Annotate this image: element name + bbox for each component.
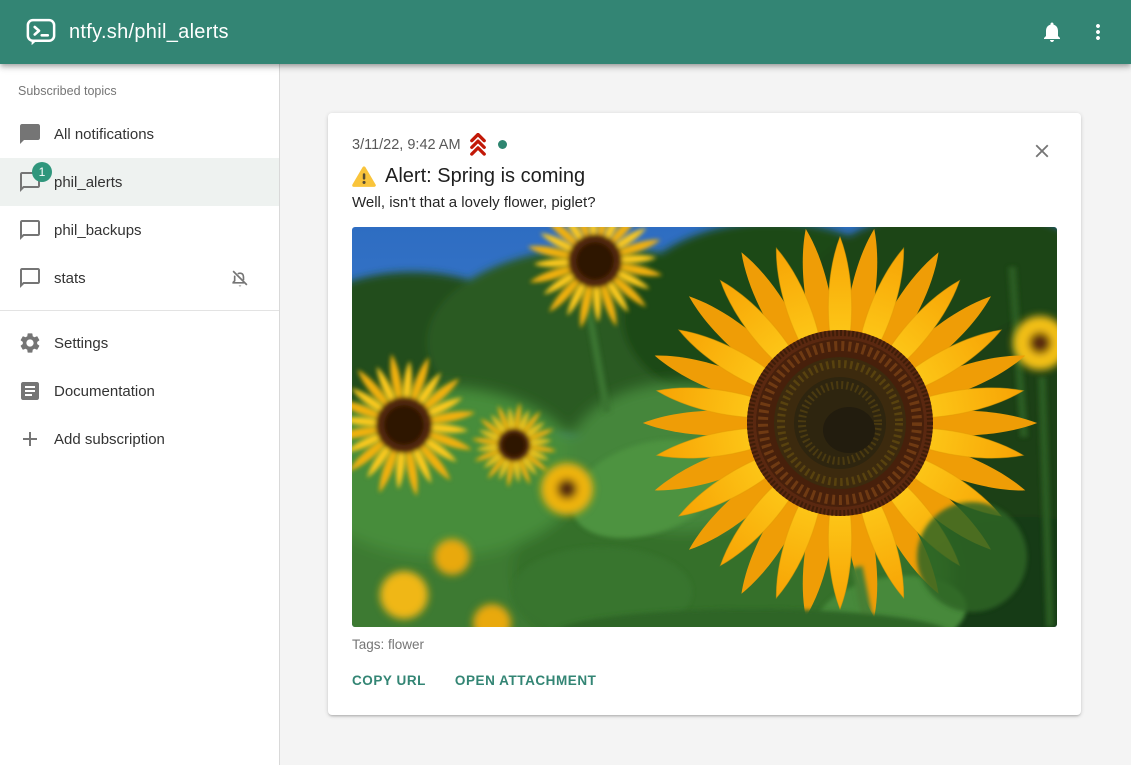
unread-count-badge: 1 [32, 162, 52, 182]
gear-icon [18, 331, 42, 355]
sidebar-item-settings[interactable]: Settings [0, 319, 279, 367]
chat-bubble-outline-icon [18, 266, 42, 290]
notification-tags: Tags: flower [352, 637, 1057, 652]
notification-timestamp: 3/11/22, 9:42 AM [352, 137, 461, 153]
bell-icon [1040, 20, 1064, 44]
sidebar-divider [0, 310, 279, 311]
article-icon [18, 379, 42, 403]
open-attachment-button[interactable]: OPEN ATTACHMENT [455, 664, 597, 697]
subscribed-topics-label: Subscribed topics [0, 80, 279, 110]
notification-meta: 3/11/22, 9:42 AM [352, 133, 1057, 156]
sidebar-item-stats[interactable]: stats [0, 254, 279, 302]
notification-body: Well, isn't that a lovely flower, piglet… [352, 194, 1057, 211]
chat-bubble-outline-icon: 1 [18, 170, 42, 194]
close-notification-button[interactable] [1027, 137, 1057, 167]
app-title: ntfy.sh/phil_alerts [69, 21, 1029, 44]
attachment-image[interactable] [352, 227, 1057, 627]
main-content: 3/11/22, 9:42 AM [280, 64, 1131, 765]
sidebar-item-phil-backups[interactable]: phil_backups [0, 206, 279, 254]
sidebar-item-label: All notifications [54, 126, 249, 143]
bell-off-icon [229, 267, 251, 289]
overflow-menu-button[interactable] [1075, 9, 1121, 55]
sidebar-item-label: phil_alerts [54, 174, 249, 191]
sidebar-item-label: Documentation [54, 383, 249, 400]
app-bar: ntfy.sh/phil_alerts [0, 0, 1131, 64]
ntfy-terminal-logo-icon [26, 17, 56, 47]
sidebar-item-add-subscription[interactable]: Add subscription [0, 415, 279, 463]
sidebar-item-phil-alerts[interactable]: 1 phil_alerts [0, 158, 279, 206]
notification-actions: COPY URL OPEN ATTACHMENT [352, 664, 1057, 705]
sidebar-item-label: Settings [54, 335, 249, 352]
plus-icon [18, 427, 42, 451]
kebab-menu-icon [1086, 20, 1110, 44]
warning-emoji-icon [352, 166, 376, 188]
notifications-bell-button[interactable] [1029, 9, 1075, 55]
sidebar-item-label: stats [54, 270, 249, 287]
notification-title: Alert: Spring is coming [385, 165, 585, 188]
chat-bubble-outline-icon [18, 218, 42, 242]
sidebar-item-all-notifications[interactable]: All notifications [0, 110, 279, 158]
close-icon [1031, 140, 1053, 165]
notification-title-row: Alert: Spring is coming [352, 165, 1057, 188]
sidebar: Subscribed topics All notifications 1 ph… [0, 64, 280, 765]
triple-chevron-up-icon [466, 133, 490, 156]
unread-dot [498, 140, 507, 149]
sidebar-item-label: Add subscription [54, 431, 249, 448]
sidebar-item-label: phil_backups [54, 222, 249, 239]
chat-bubble-filled-icon [18, 122, 42, 146]
notification-card: 3/11/22, 9:42 AM [328, 113, 1081, 715]
sidebar-item-documentation[interactable]: Documentation [0, 367, 279, 415]
copy-url-button[interactable]: COPY URL [352, 664, 426, 697]
